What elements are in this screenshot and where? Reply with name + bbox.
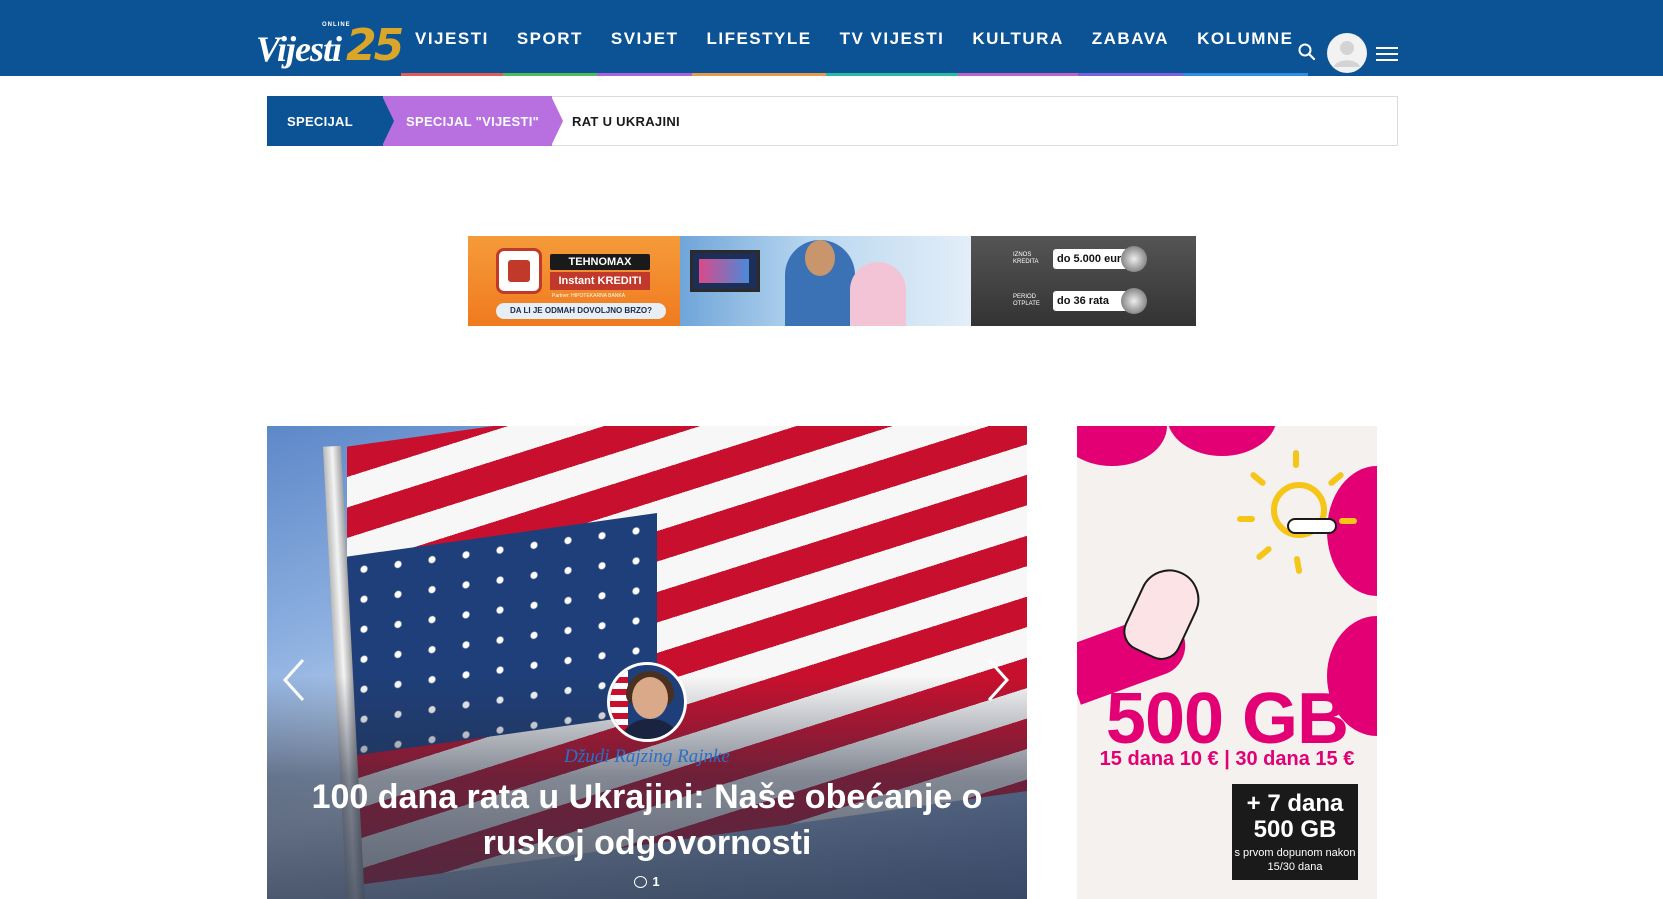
- author-name[interactable]: Džudi Rajzing Rajnke: [267, 746, 1027, 768]
- banner-ad-photo: [680, 236, 971, 326]
- nav-item-svijet[interactable]: SVIJET: [596, 0, 693, 76]
- article-title[interactable]: 100 dana rata u Ukrajini: Naše obećanje …: [307, 774, 987, 866]
- search-icon[interactable]: [1298, 43, 1316, 61]
- banner-ad-terms-panel: IZNOS KREDITA do 5.000 eur PERIOD OTPLAT…: [971, 236, 1196, 326]
- sun-ray: [1249, 470, 1267, 488]
- sun-ray: [1293, 450, 1299, 468]
- nav-item-color-bar: [401, 73, 503, 76]
- nav-item-color-bar: [1183, 73, 1308, 76]
- tehnomax-logo-icon: [496, 248, 542, 294]
- sun-ray: [1255, 544, 1273, 562]
- author-avatar[interactable]: [607, 662, 687, 742]
- banner-ad-partner: Partner: HIPOTEKARNA BANKA: [552, 293, 626, 299]
- banner-ad-tagline: Instant KREDITI: [550, 272, 650, 290]
- banner-ad[interactable]: TEHNOMAX Instant KREDITI Partner: HIPOTE…: [468, 236, 1196, 326]
- ad-decor-blob: [1167, 426, 1277, 456]
- nav-item-label: LIFESTYLE: [706, 29, 812, 48]
- nav-item-kolumne[interactable]: KOLUMNE: [1183, 0, 1308, 76]
- banner-ad-question: DA LI JE ODMAH DOVOLJNO BRZO?: [496, 303, 666, 319]
- banner-ad-period-value: do 36 rata: [1053, 288, 1147, 314]
- site-header: Vijesti ONLINE 25 VIJESTI SPORT SVIJET LIFE…: [0, 0, 1663, 76]
- banner-ad-brand-panel: TEHNOMAX Instant KREDITI Partner: HIPOTE…: [468, 236, 680, 326]
- nav-item-label: ZABAVA: [1091, 29, 1170, 48]
- sun-ray: [1293, 555, 1303, 575]
- logo-anniversary-number: 25: [346, 20, 404, 71]
- main-nav: VIJESTI SPORT SVIJET LIFESTYLE TV VIJESTI KUL…: [401, 0, 1308, 76]
- nav-item-color-bar: [1077, 73, 1184, 76]
- banner-ad-period-label: PERIOD OTPLATE: [1013, 294, 1040, 307]
- banner-ad-brand: TEHNOMAX: [550, 254, 650, 270]
- user-avatar-icon[interactable]: [1327, 33, 1367, 73]
- nav-item-color-bar: [692, 73, 826, 76]
- nav-item-color-bar: [502, 73, 597, 76]
- nav-item-label: TV VIJESTI: [839, 29, 945, 48]
- nav-item-zabava[interactable]: ZABAVA: [1077, 0, 1184, 76]
- banner-ad-period-row: PERIOD OTPLATE do 36 rata: [1013, 288, 1153, 314]
- chevron-left-icon[interactable]: [281, 658, 307, 702]
- cloud-icon: [1287, 518, 1337, 534]
- nav-item-color-bar: [958, 73, 1078, 76]
- hamburger-menu-icon[interactable]: [1376, 46, 1398, 62]
- breadcrumb-item-rat-u-ukrajini[interactable]: RAT U UKRAJINI: [552, 96, 680, 146]
- comment-icon: [634, 876, 648, 888]
- banner-ad-amount-label: IZNOS KREDITA: [1013, 252, 1039, 265]
- ad-prices: 15 dana 10 € | 30 dana 15 €: [1099, 748, 1355, 770]
- nav-item-lifestyle[interactable]: LIFESTYLE: [692, 0, 826, 76]
- man-illustration: [785, 240, 855, 326]
- nav-item-label: VIJESTI: [415, 29, 489, 48]
- ad-bonus-note: s prvom dopunom nakon 15/30 dana: [1234, 847, 1356, 873]
- ad-bonus-box: + 7 dana 500 GB s prvom dopunom nakon 15…: [1232, 784, 1358, 880]
- ad-bonus-data: 500 GB: [1253, 816, 1337, 843]
- girl-illustration: [850, 262, 906, 326]
- ad-bonus-days: + 7 dana: [1246, 790, 1344, 817]
- sun-ray: [1339, 518, 1357, 524]
- nav-item-sport[interactable]: SPORT: [502, 0, 597, 76]
- nav-item-label: KOLUMNE: [1197, 29, 1294, 48]
- tv-illustration: [690, 250, 760, 292]
- banner-ad-amount-row: IZNOS KREDITA do 5.000 eur: [1013, 246, 1153, 272]
- author-face: [632, 677, 668, 719]
- chevron-right-icon[interactable]: [985, 658, 1011, 702]
- nav-item-label: SVIJET: [610, 29, 679, 48]
- sidebar-ad[interactable]: 500 GB 15 dana 10 € | 30 dana 15 € + 7 d…: [1077, 426, 1377, 899]
- featured-article-slider[interactable]: Džudi Rajzing Rajnke 100 dana rata u Ukr…: [267, 426, 1027, 899]
- comment-count-value: 1: [652, 874, 660, 889]
- logo-wordmark: Vijesti: [256, 29, 342, 69]
- nav-item-label: SPORT: [516, 29, 583, 48]
- breadcrumb: SPECIJAL SPECIJAL "VIJESTI" RAT U UKRAJI…: [267, 96, 1398, 146]
- banner-ad-amount-value: do 5.000 eur: [1053, 246, 1147, 272]
- breadcrumb-item-specijal[interactable]: SPECIJAL: [267, 96, 383, 146]
- ad-decor-blob: [1077, 426, 1167, 466]
- nav-item-color-bar: [596, 73, 693, 76]
- nav-item-vijesti[interactable]: VIJESTI: [401, 0, 503, 76]
- breadcrumb-item-specijal-vijesti[interactable]: SPECIJAL "VIJESTI": [382, 96, 552, 146]
- nav-item-kultura[interactable]: KULTURA: [958, 0, 1078, 76]
- comment-count[interactable]: 1: [267, 874, 1027, 889]
- site-logo[interactable]: Vijesti ONLINE 25: [256, 20, 404, 72]
- nav-item-tv-vijesti[interactable]: TV VIJESTI: [825, 0, 959, 76]
- sun-ray: [1237, 516, 1255, 522]
- nav-item-label: KULTURA: [972, 29, 1064, 48]
- nav-item-color-bar: [825, 73, 959, 76]
